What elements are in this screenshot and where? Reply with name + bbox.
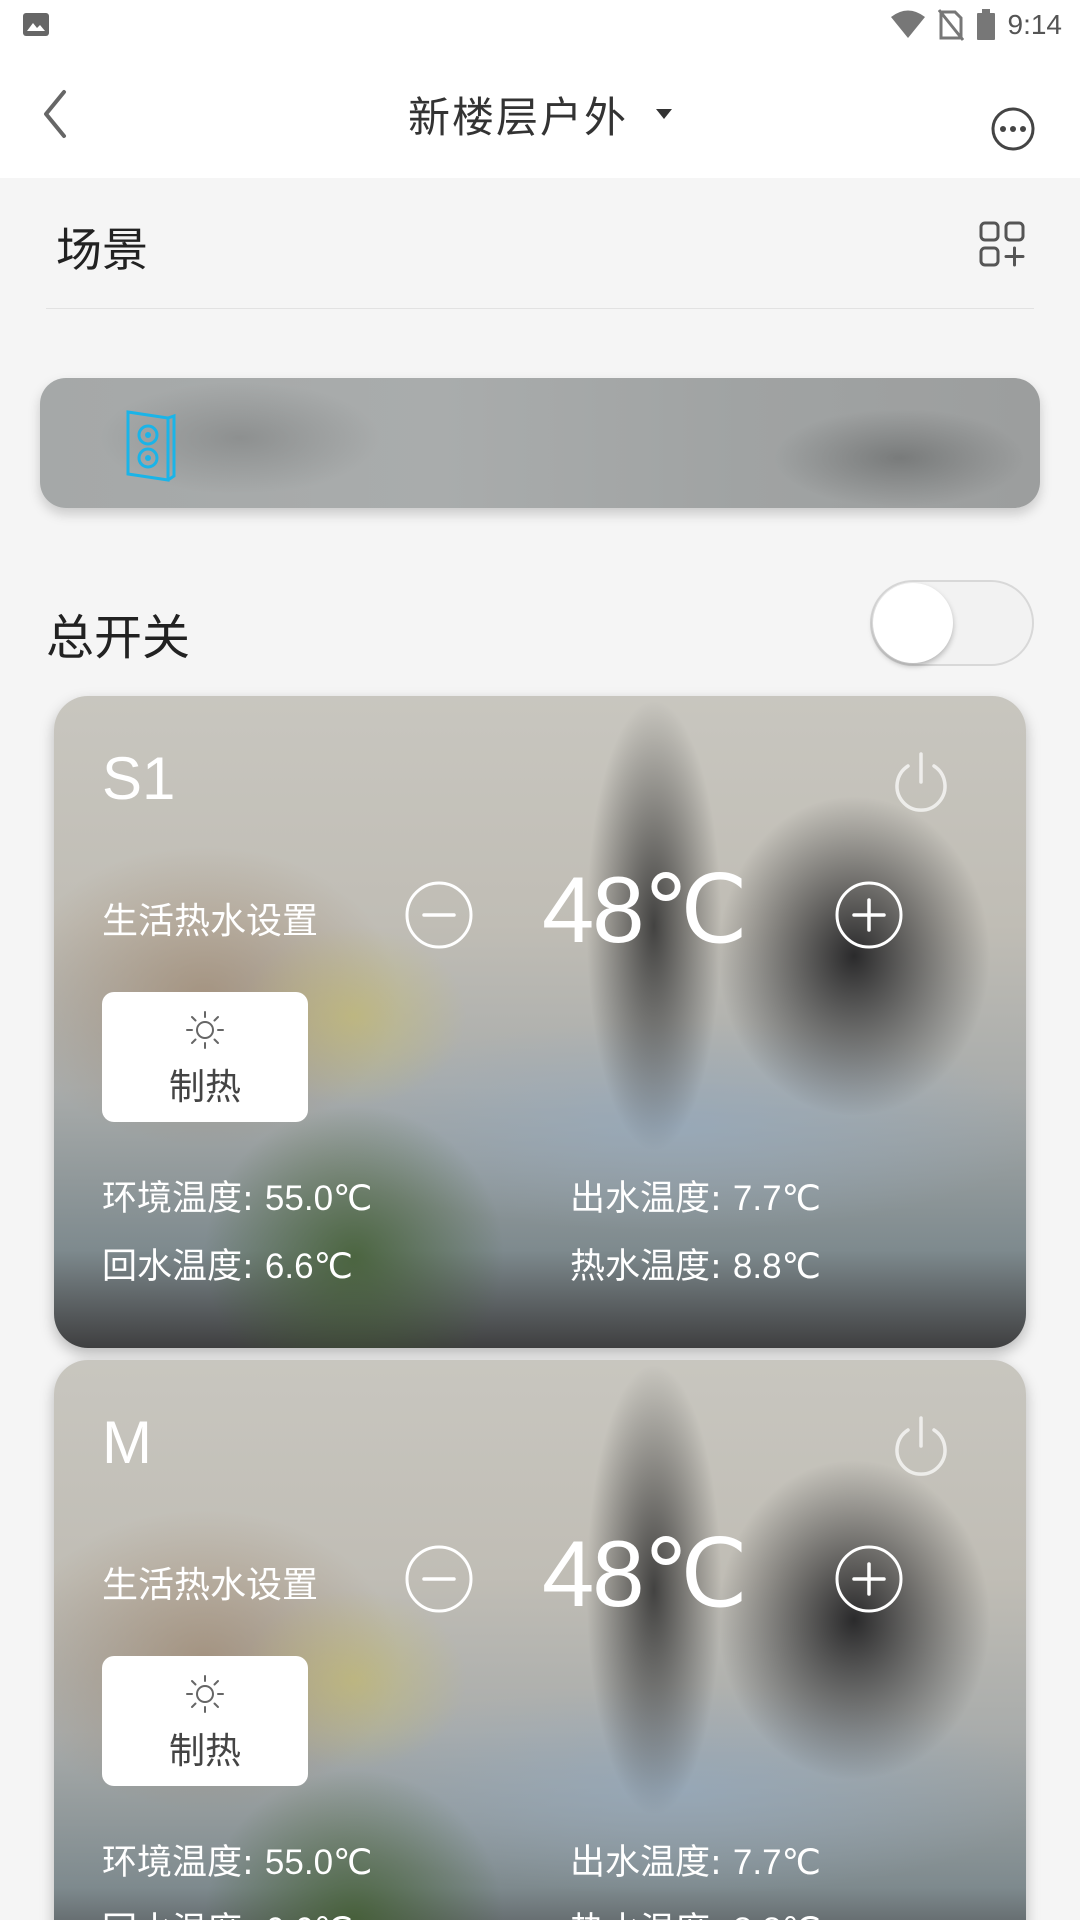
caret-down-icon xyxy=(656,109,672,119)
minus-circle-icon[interactable] xyxy=(404,880,474,950)
device-card-s1[interactable]: S1 生活热水设置 48℃ 制热 环境温度: 55.0℃ 出水温度: 7.7℃ … xyxy=(54,696,1026,1348)
status-icons: 9:14 xyxy=(878,6,1063,44)
battery-icon xyxy=(976,9,995,40)
plus-circle-icon[interactable] xyxy=(834,880,904,950)
grid-add-icon[interactable] xyxy=(978,220,1026,268)
return-water-temp: 回水温度: 6.6℃ xyxy=(102,1247,353,1287)
return-water-temp: 回水温度: 6.6℃ xyxy=(102,1902,353,1920)
toggle-knob xyxy=(873,583,953,663)
no-sim-icon xyxy=(937,9,964,41)
ambient-temp: 环境温度: 55.0℃ xyxy=(102,1179,373,1219)
heating-mode-button[interactable]: 制热 xyxy=(102,1656,308,1786)
target-temperature: 48℃ xyxy=(541,857,748,962)
hot-water-temp: 热水温度: 8.8℃ xyxy=(570,1902,821,1920)
device-card-m[interactable]: M 生活热水设置 48℃ 制热 环境温度: 55.0℃ 出水温度: 7.7℃ xyxy=(54,1360,1026,1920)
master-switch-toggle[interactable] xyxy=(870,580,1034,666)
title-dropdown[interactable]: 新楼层户外 xyxy=(0,74,1080,154)
device-banner[interactable] xyxy=(40,378,1040,508)
app-bar: 新楼层户外 xyxy=(0,50,1080,178)
power-icon[interactable] xyxy=(886,748,956,818)
wifi-icon xyxy=(890,10,925,38)
sun-icon xyxy=(186,1675,224,1713)
heating-mode-button[interactable]: 制热 xyxy=(102,992,308,1122)
sun-icon xyxy=(186,1011,224,1049)
page-title: 新楼层户外 xyxy=(407,92,628,142)
master-switch-row: 总开关 xyxy=(46,580,1034,676)
mode-label: 制热 xyxy=(168,1731,241,1772)
target-temperature: 48℃ xyxy=(541,1521,748,1626)
hot-water-temp: 热水温度: 8.8℃ xyxy=(570,1247,821,1287)
outlet-water-temp: 出水温度: 7.7℃ xyxy=(570,1843,821,1883)
device-name: M xyxy=(102,1409,152,1476)
app-screen: 9:14 新楼层户外 场景 总开关 S1 生活热水设置 48℃ 制热 环境温度:… xyxy=(0,0,1080,1920)
minus-circle-icon[interactable] xyxy=(404,1544,474,1614)
outlet-water-temp: 出水温度: 7.7℃ xyxy=(570,1179,821,1219)
scene-header: 场景 xyxy=(46,178,1034,309)
hot-water-setting-label: 生活热水设置 xyxy=(102,1565,319,1606)
plus-circle-icon[interactable] xyxy=(834,1544,904,1614)
more-horizontal-icon[interactable] xyxy=(990,106,1036,152)
power-icon[interactable] xyxy=(886,1412,956,1482)
scene-label: 场景 xyxy=(56,223,148,277)
device-name: S1 xyxy=(102,745,176,812)
master-switch-label: 总开关 xyxy=(46,610,191,666)
status-bar: 9:14 xyxy=(0,0,1080,50)
ambient-temp: 环境温度: 55.0℃ xyxy=(102,1843,373,1883)
hot-water-setting-label: 生活热水设置 xyxy=(102,901,319,942)
device-unit-icon xyxy=(126,410,176,482)
mode-label: 制热 xyxy=(168,1067,241,1108)
image-icon xyxy=(23,13,49,36)
status-time: 9:14 xyxy=(1007,9,1063,40)
